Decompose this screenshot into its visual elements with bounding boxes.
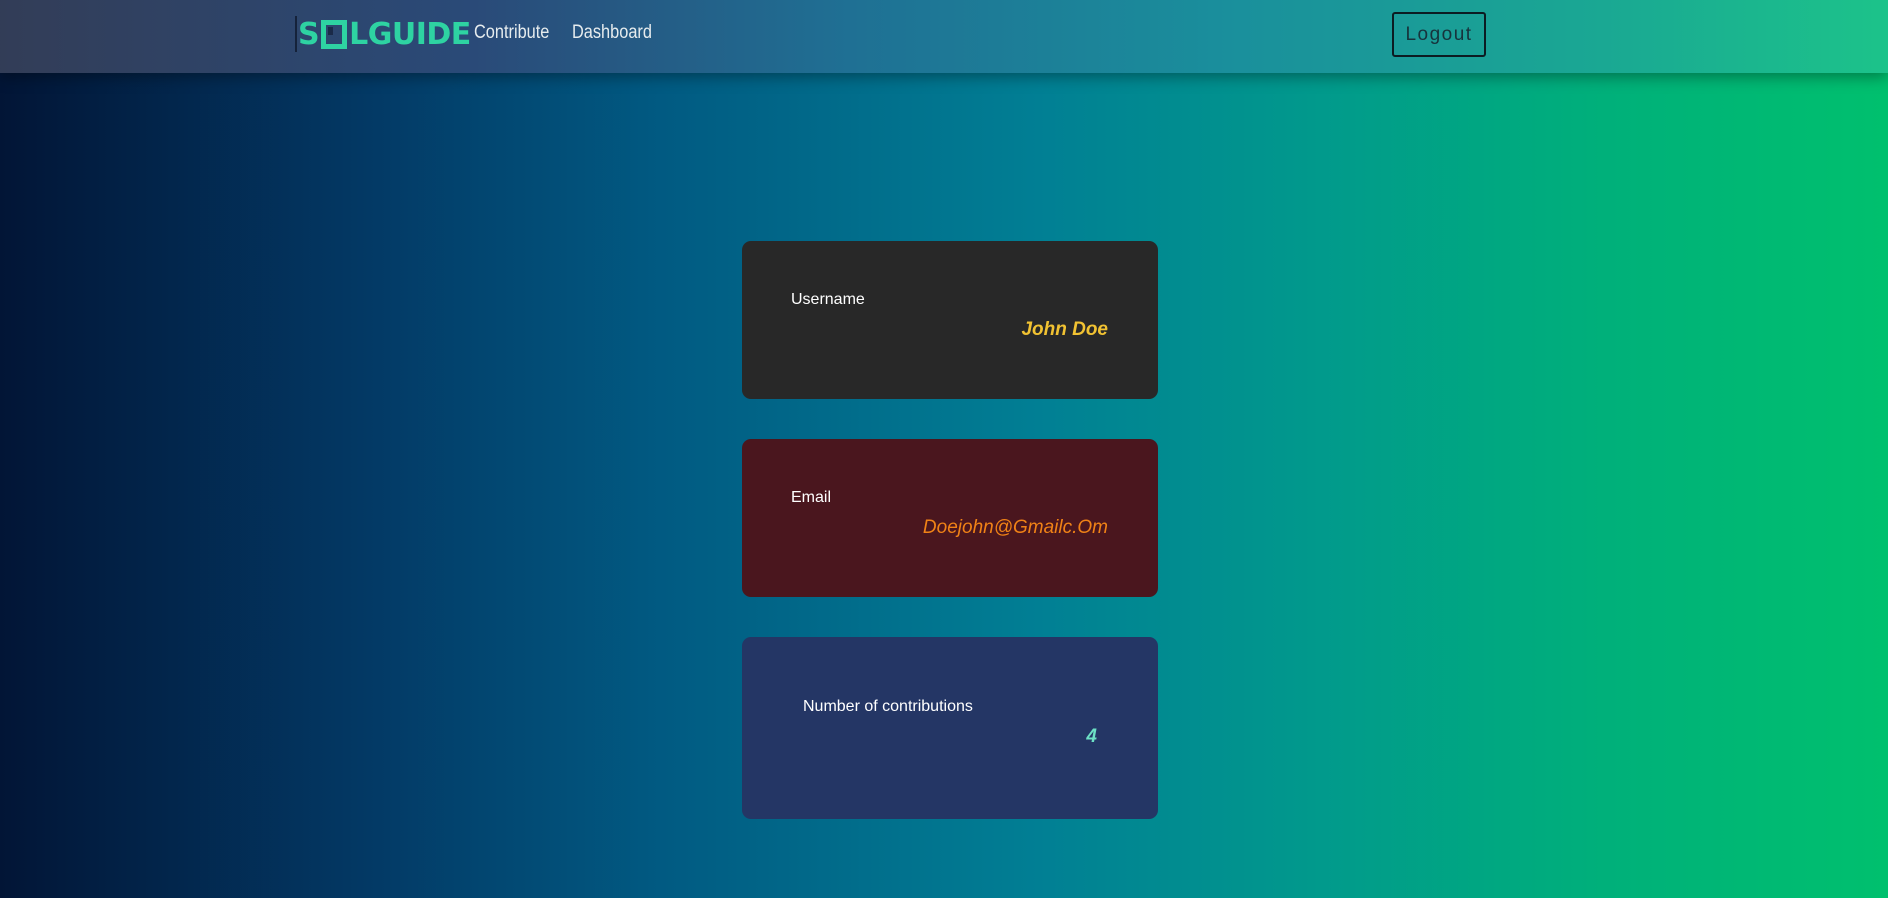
logo-o-glyph-icon bbox=[321, 19, 348, 49]
logo-text-left: S bbox=[298, 16, 320, 52]
username-label: Username bbox=[791, 291, 865, 308]
solguide-logo[interactable]: S LGUIDE bbox=[295, 16, 471, 52]
contributions-count: 4 bbox=[1086, 726, 1097, 747]
contributions-card: Number of contributions 4 bbox=[742, 637, 1158, 819]
username-value: John Doe bbox=[1021, 319, 1108, 340]
nav-link-contribute[interactable]: Contribute bbox=[474, 22, 549, 44]
logout-button[interactable]: Logout bbox=[1392, 12, 1486, 57]
logo-text-right: LGUIDE bbox=[349, 16, 471, 52]
email-label: Email bbox=[791, 489, 832, 506]
contributions-label: Number of contributions bbox=[803, 698, 973, 715]
nav-link-dashboard[interactable]: Dashboard bbox=[572, 22, 652, 44]
username-card: Username John Doe bbox=[742, 241, 1158, 399]
email-card: Email Doejohn@Gmailc.Om bbox=[742, 439, 1158, 597]
email-value: Doejohn@Gmailc.Om bbox=[922, 517, 1108, 538]
top-navbar: S LGUIDE Contribute Dashboard Logout bbox=[0, 0, 1888, 73]
